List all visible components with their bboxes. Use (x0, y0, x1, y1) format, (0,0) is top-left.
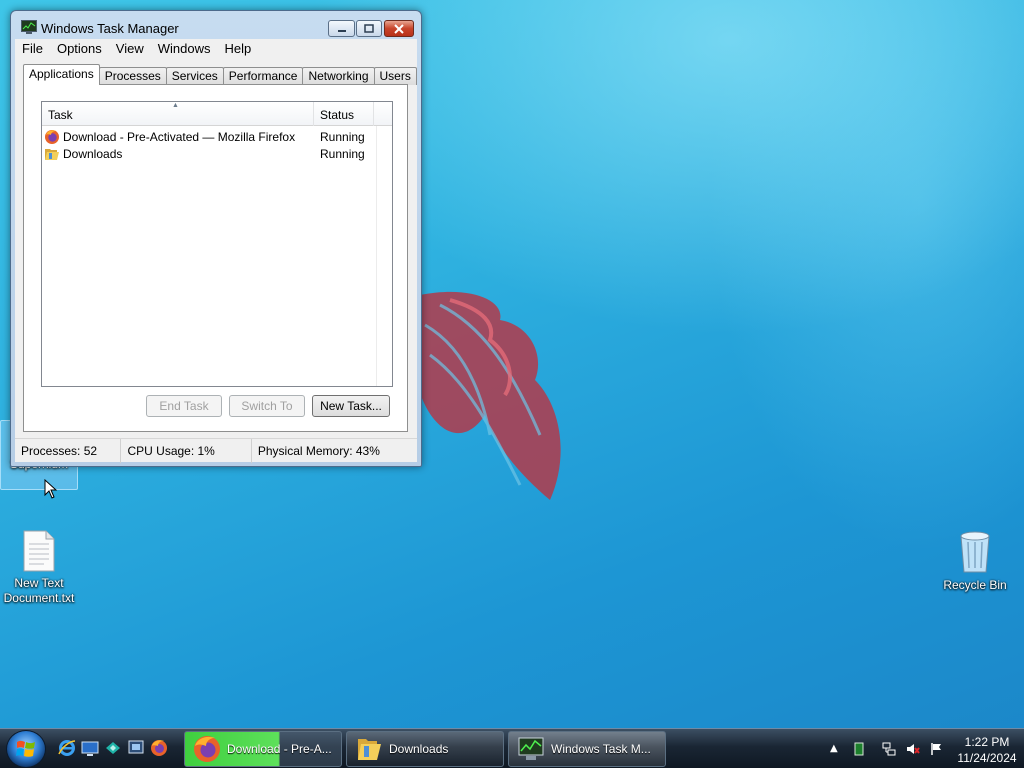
status-cpu-usage: CPU Usage: 1% (121, 439, 252, 463)
list-header: ▲ Task Status (42, 102, 392, 126)
tab-strip: Applications Processes Services Performa… (23, 64, 417, 85)
task-status: Running (320, 129, 365, 144)
maximize-icon (364, 24, 374, 33)
status-bar: Processes: 52 CPU Usage: 1% Physical Mem… (15, 438, 417, 463)
firefox-quicklaunch-icon[interactable] (150, 739, 168, 757)
desktop-icon-new-text-document[interactable]: New Text Document.txt (0, 530, 78, 606)
applications-panel: ▲ Task Status Download - Pre-Activated —… (23, 84, 408, 432)
tab-networking[interactable]: Networking (302, 67, 375, 85)
firefox-icon (194, 736, 220, 762)
task-manager-icon (21, 20, 37, 34)
desktop-icon-recycle-bin[interactable]: Recycle Bin (936, 528, 1014, 593)
tab-users[interactable]: Users (373, 67, 417, 85)
status-physical-memory: Physical Memory: 43% (257, 444, 380, 458)
sort-ascending-icon: ▲ (172, 102, 179, 109)
taskbar-button-label: Windows Task M... (551, 742, 651, 756)
show-desktop-icon[interactable] (81, 739, 99, 757)
desktop-icon-label: New Text Document.txt (3, 576, 75, 605)
betta-fish-wallpaper (415, 291, 561, 500)
battery-icon[interactable] (852, 742, 866, 756)
maximize-button[interactable] (356, 20, 382, 37)
taskbar-button-label: Downloads (389, 742, 449, 756)
title-bar[interactable]: Windows Task Manager (11, 11, 421, 39)
menu-view[interactable]: View (109, 39, 151, 59)
volume-muted-icon[interactable] (906, 742, 920, 756)
tab-applications[interactable]: Applications (23, 64, 100, 85)
menu-windows[interactable]: Windows (151, 39, 218, 59)
recycle-bin-icon (960, 531, 990, 573)
column-header-status-label: Status (320, 108, 355, 122)
status-processes: Processes: 52 (15, 439, 122, 463)
tab-services[interactable]: Services (165, 67, 224, 85)
column-header-status[interactable]: Status (314, 102, 374, 126)
window-switcher-icon[interactable] (127, 739, 145, 757)
task-name: Download - Pre-Activated — Mozilla Firef… (63, 129, 296, 144)
mouse-cursor-icon (44, 479, 57, 499)
new-task-button[interactable]: New Task... (312, 395, 390, 417)
taskbar-button-downloads[interactable]: Downloads (346, 731, 504, 767)
minimize-button[interactable] (328, 20, 355, 37)
taskbar: Download - Pre-A... Downloads Windows Ta… (0, 728, 1024, 768)
taskbar-clock[interactable]: 1:22 PM 11/24/2024 (950, 734, 1024, 766)
clock-date: 11/24/2024 (957, 751, 1017, 765)
close-icon (394, 23, 404, 34)
table-row[interactable]: Downloads Running (44, 145, 390, 162)
firefox-icon (45, 129, 59, 144)
column-header-task-label: Task (48, 108, 73, 122)
task-name: Downloads (63, 146, 123, 161)
clock-time: 1:22 PM (964, 735, 1010, 749)
tab-performance[interactable]: Performance (222, 67, 304, 85)
close-button[interactable] (384, 20, 414, 37)
menu-file[interactable]: File (15, 39, 50, 59)
window-title: Windows Task Manager (41, 21, 179, 36)
task-manager-window[interactable]: Windows Task Manager File Options View W… (10, 10, 422, 467)
windows-logo-icon (16, 740, 35, 757)
table-row[interactable]: Download - Pre-Activated — Mozilla Firef… (44, 128, 390, 145)
menu-bar: File Options View Windows Help (15, 39, 417, 59)
taskbar-button-label: Download - Pre-A... (227, 742, 332, 756)
tab-processes[interactable]: Processes (98, 67, 167, 85)
taskbar-button-firefox[interactable]: Download - Pre-A... (184, 731, 342, 767)
task-list[interactable]: ▲ Task Status Download - Pre-Activated —… (41, 101, 393, 387)
task-status: Running (320, 146, 365, 161)
folder-icon (45, 148, 59, 160)
switch-to-button[interactable]: Switch To (229, 395, 305, 417)
task-cell: Download - Pre-Activated — Mozilla Firef… (44, 129, 314, 145)
task-cell: Downloads (44, 146, 314, 162)
menu-help[interactable]: Help (217, 39, 258, 59)
window-client: Applications Processes Services Performa… (15, 59, 417, 463)
minimize-icon (337, 29, 346, 32)
network-icon[interactable] (882, 742, 896, 756)
end-task-button[interactable]: End Task (146, 395, 222, 417)
start-button[interactable] (6, 730, 46, 768)
taskbar-button-task-manager[interactable]: Windows Task M... (508, 731, 666, 767)
show-hidden-icons-icon[interactable]: ▲ (830, 742, 844, 756)
action-center-flag-icon[interactable] (930, 742, 944, 756)
column-divider (376, 126, 377, 386)
internet-explorer-icon[interactable] (58, 739, 76, 757)
folder-icon (358, 739, 381, 760)
task-manager-icon (518, 737, 544, 760)
desktop-icon-label: Recycle Bin (943, 578, 1007, 592)
switch-windows-icon[interactable] (104, 739, 122, 757)
text-document-icon (23, 530, 55, 572)
menu-options[interactable]: Options (50, 39, 109, 59)
column-header-task[interactable]: ▲ Task (42, 102, 314, 126)
